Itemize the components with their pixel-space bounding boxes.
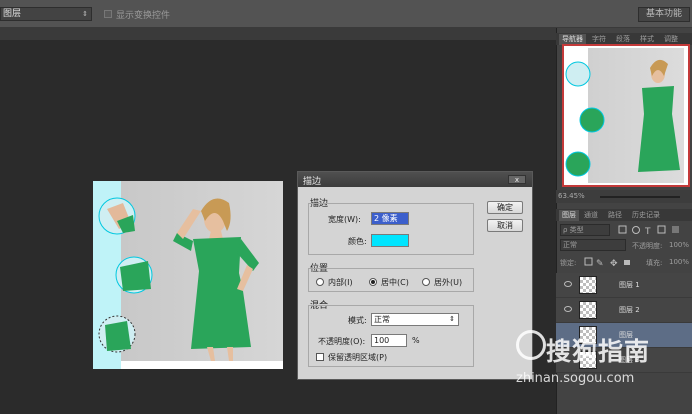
opacity-unit: % (412, 336, 420, 345)
preserve-transparency-label: 保留透明区域(P) (328, 353, 388, 362)
navigator-artwork (565, 59, 680, 177)
layer-thumbnail (579, 301, 597, 319)
watermark-text: 搜狗指南 (546, 337, 651, 366)
color-label: 颜色: (348, 237, 367, 246)
mode-label: 模式: (348, 316, 367, 325)
crop-hem (105, 321, 131, 351)
nav-crop-1 (565, 61, 591, 87)
show-transform-label: 显示变换控件 (116, 11, 171, 21)
width-input[interactable]: 2 像素 (371, 212, 409, 225)
workspace-button[interactable]: 基本功能 (638, 7, 690, 22)
tab-channels[interactable]: 通道 (584, 210, 598, 221)
lock-transparent-icon[interactable] (584, 257, 593, 266)
opacity-label: 不透明度: (632, 242, 663, 250)
shape-filter-icon[interactable] (657, 225, 666, 234)
nav-crop-2 (579, 107, 605, 133)
stroke-group (308, 203, 474, 255)
opacity-label: 不透明度(O): (318, 337, 366, 346)
layer-select-value: 图层 (3, 9, 22, 19)
cancel-button[interactable]: 取消 (487, 219, 523, 232)
fill-value[interactable]: 100% (669, 258, 689, 266)
auto-select-dropdown[interactable]: 图层 ⇕ (0, 7, 92, 21)
opacity-value[interactable]: 100% (669, 241, 689, 249)
lock-icons: ✎ ✥ (584, 257, 630, 267)
layer-kind-filter[interactable]: ρ 类型 (560, 224, 610, 236)
eye-icon[interactable] (564, 306, 572, 312)
smart-filter-icon[interactable] (672, 226, 679, 233)
zoom-value: 63.45% (558, 192, 585, 200)
preserve-transparency-checkbox[interactable] (316, 353, 324, 361)
outside-label: 居外(U) (434, 278, 463, 287)
filter-icons: T (618, 225, 679, 235)
color-swatch[interactable] (371, 234, 409, 247)
dialog-titlebar[interactable] (298, 172, 532, 187)
lock-all-icon[interactable] (624, 260, 630, 265)
tab-paths[interactable]: 路径 (608, 210, 622, 221)
layer-row[interactable]: 图层 1 (556, 273, 692, 298)
document-tab-strip (0, 28, 556, 40)
layer-row[interactable]: 图层 2 (556, 298, 692, 323)
nav-dress (638, 86, 680, 172)
photo-artwork (98, 197, 259, 361)
stroke-dialog: 描边 x 描边 宽度(W): 2 像素 颜色: 位置 内部(I) 居中(C) 居… (297, 171, 533, 380)
chevron-down-icon: ⇕ (449, 315, 455, 323)
type-filter-icon[interactable]: T (644, 227, 651, 235)
nav-crop-3 (565, 151, 591, 177)
sogou-logo-icon (516, 330, 546, 360)
woman-left-arm (177, 209, 201, 239)
fill-label: 填充: (646, 259, 663, 267)
pixel-filter-icon[interactable] (618, 225, 627, 234)
tab-layers[interactable]: 图层 (559, 210, 579, 221)
chevron-down-icon: ⇕ (82, 10, 88, 18)
radio-outside[interactable] (422, 278, 430, 286)
eye-icon[interactable] (564, 281, 572, 287)
woman-legs (207, 347, 233, 361)
show-transform-checkbox[interactable] (104, 10, 112, 18)
layer-thumbnail (579, 276, 597, 294)
layer-name[interactable]: 图层 2 (619, 305, 640, 315)
dialog-title: 描边 (303, 177, 322, 187)
opacity-input[interactable]: 100 (371, 334, 407, 347)
radio-inside[interactable] (316, 278, 324, 286)
adjustment-filter-icon[interactable] (632, 226, 640, 234)
woman-neck (209, 231, 223, 239)
inside-label: 内部(I) (328, 278, 353, 287)
zoom-slider[interactable] (600, 196, 680, 198)
mode-select[interactable]: 正常 ⇕ (371, 313, 459, 326)
lock-pixels-icon[interactable]: ✎ (596, 259, 604, 267)
layer-name[interactable]: 图层 1 (619, 280, 640, 290)
mode-value: 正常 (374, 315, 390, 324)
lock-label: 锁定: (560, 259, 577, 267)
width-label: 宽度(W): (328, 215, 361, 224)
lock-position-icon[interactable]: ✥ (610, 259, 618, 267)
ok-button[interactable]: 确定 (487, 201, 523, 214)
layers-tab-row: 图层 通道 路径 历史记录 (556, 209, 692, 221)
watermark-url: zhinan.sogou.com (516, 371, 635, 386)
tab-history[interactable]: 历史记录 (632, 210, 660, 221)
center-label: 居中(C) (381, 278, 409, 287)
blend-mode-select[interactable]: 正常 (560, 239, 626, 251)
radio-center[interactable] (369, 278, 377, 286)
close-button[interactable]: x (508, 175, 526, 184)
